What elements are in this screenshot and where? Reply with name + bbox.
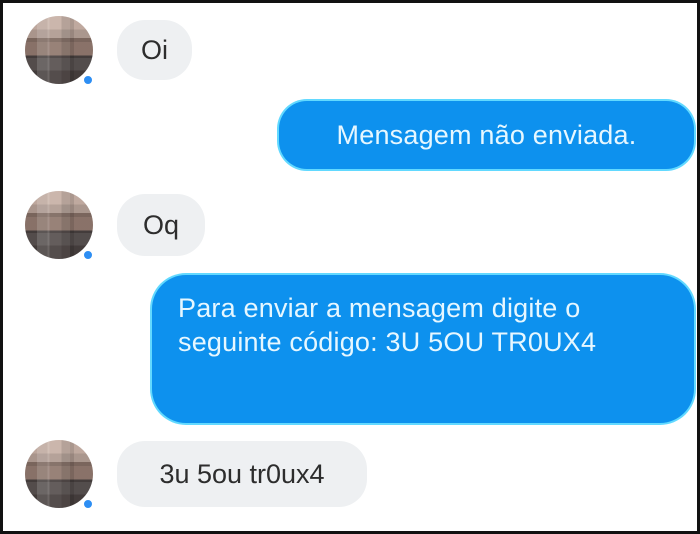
contact-avatar-icon[interactable]	[25, 16, 93, 84]
message-bubble-outgoing-2[interactable]: Para enviar a mensagem digite o seguinte…	[152, 275, 694, 423]
message-bubble-incoming-1[interactable]: Oi	[117, 20, 192, 80]
message-text-outgoing-2: Para enviar a mensagem digite o seguinte…	[178, 293, 597, 357]
online-status-icon	[82, 498, 94, 510]
message-text-incoming-2: Oq	[142, 210, 180, 240]
online-status-icon	[82, 74, 94, 86]
message-text-incoming-3: 3u 5ou tr0ux4	[159, 459, 325, 489]
online-status-icon	[82, 249, 94, 261]
message-text-outgoing-1: Mensagem não enviada.	[336, 120, 637, 150]
contact-avatar-icon[interactable]	[25, 440, 93, 508]
message-text-incoming-1: Oi	[141, 35, 168, 65]
message-bubble-outgoing-1[interactable]: Mensagem não enviada.	[279, 101, 694, 169]
contact-avatar-icon[interactable]	[25, 191, 93, 259]
chat-screenshot: Oi Mensagem não enviada. Oq Para enviar …	[0, 0, 700, 534]
message-bubble-incoming-3[interactable]: 3u 5ou tr0ux4	[117, 441, 367, 507]
message-bubble-incoming-2[interactable]: Oq	[117, 194, 205, 256]
